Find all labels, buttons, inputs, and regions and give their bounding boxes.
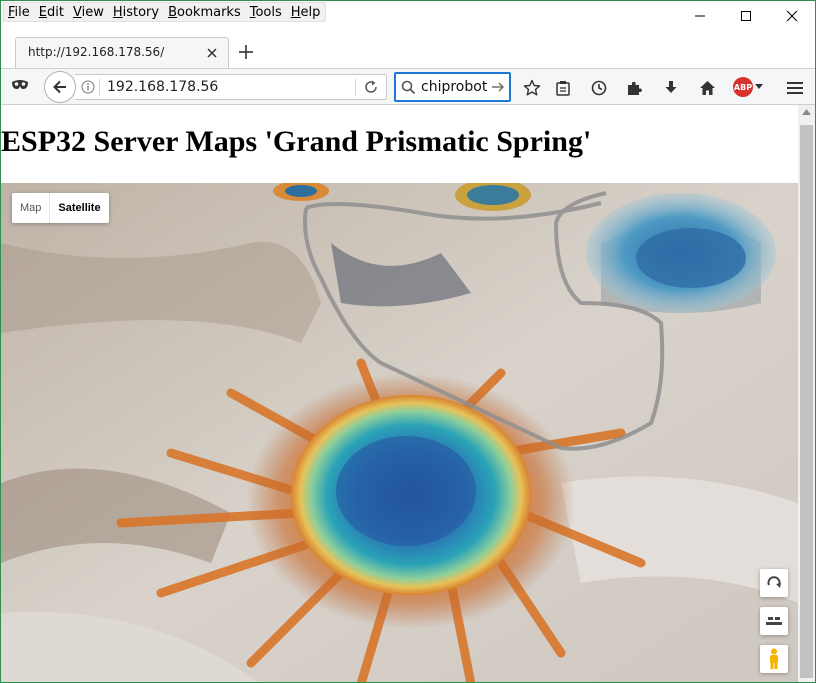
scrollbar-thumb[interactable] — [800, 125, 813, 678]
menu-edit[interactable]: Edit — [35, 3, 69, 21]
navigation-bar: 192.168.178.56 chiprobot ABP — [1, 68, 815, 105]
rotate-icon — [767, 576, 781, 588]
open-menu-button[interactable] — [785, 78, 805, 98]
maximize-button[interactable] — [723, 1, 769, 31]
downloads-button[interactable] — [661, 78, 681, 98]
back-button[interactable] — [44, 71, 76, 103]
clipboard-icon — [556, 81, 570, 96]
minimize-button[interactable] — [677, 1, 723, 31]
url-text[interactable]: 192.168.178.56 — [107, 79, 218, 95]
home-button[interactable] — [697, 78, 717, 98]
map-type-satellite-button[interactable]: Satellite — [49, 193, 108, 223]
home-icon — [699, 81, 715, 95]
menu-bookmarks[interactable]: Bookmarks — [164, 3, 246, 21]
hamburger-menu-icon — [787, 82, 803, 94]
history-button[interactable] — [589, 78, 609, 98]
private-mask-icon[interactable] — [11, 78, 29, 92]
chevron-down-icon[interactable] — [755, 84, 763, 89]
tab-active[interactable]: http://192.168.178.56/ — [15, 37, 229, 68]
search-bar[interactable]: chiprobot — [394, 72, 511, 102]
url-bar[interactable]: 192.168.178.56 — [75, 74, 387, 100]
back-arrow-icon — [53, 80, 66, 94]
addons-button[interactable] — [624, 78, 644, 98]
close-window-button[interactable] — [769, 1, 815, 31]
browser-window: File Edit View History Bookmarks Tools H… — [0, 0, 816, 683]
tilt-icon — [766, 617, 782, 625]
download-icon — [665, 81, 677, 93]
tab-title: http://192.168.178.56/ — [28, 45, 165, 59]
new-tab-icon[interactable] — [237, 43, 255, 61]
star-icon — [523, 79, 541, 96]
minimize-icon — [695, 15, 705, 17]
street-view-pegman-button[interactable] — [760, 645, 788, 673]
page-title: ESP32 Server Maps 'Grand Prismatic Sprin… — [1, 125, 592, 158]
satellite-imagery[interactable] — [1, 183, 798, 682]
clock-icon — [591, 80, 607, 96]
menu-help[interactable]: Help — [287, 3, 326, 21]
tab-strip: http://192.168.178.56/ — [1, 37, 815, 68]
reload-icon[interactable] — [363, 79, 379, 95]
vertical-scrollbar[interactable] — [798, 105, 815, 682]
close-icon — [786, 10, 798, 22]
menu-view[interactable]: View — [69, 3, 109, 21]
puzzle-icon — [627, 81, 642, 95]
satellite-map[interactable]: Map Satellite — [1, 183, 798, 682]
tab-close-icon[interactable] — [205, 46, 219, 60]
scroll-up-arrow-icon[interactable] — [802, 109, 811, 115]
map-type-control: Map Satellite — [12, 193, 109, 223]
tilt-map-button[interactable] — [760, 607, 788, 635]
maximize-icon — [741, 11, 751, 21]
page-content: ESP32 Server Maps 'Grand Prismatic Sprin… — [1, 105, 798, 682]
menu-history[interactable]: History — [109, 3, 164, 21]
adblock-plus-icon[interactable]: ABP — [733, 77, 753, 97]
menu-file[interactable]: File — [4, 3, 35, 21]
rotate-map-button[interactable] — [760, 569, 788, 597]
info-icon[interactable] — [81, 80, 95, 94]
menu-bar: File Edit View History Bookmarks Tools H… — [3, 2, 327, 22]
pegman-icon — [770, 648, 778, 669]
menu-tools[interactable]: Tools — [246, 3, 287, 21]
title-bar: File Edit View History Bookmarks Tools H… — [1, 1, 815, 37]
reader-list-button[interactable] — [553, 78, 573, 98]
map-type-map-button[interactable]: Map — [12, 193, 49, 223]
search-go-arrow-icon[interactable] — [491, 80, 505, 94]
bookmark-star-button[interactable] — [522, 78, 542, 98]
search-input[interactable]: chiprobot — [421, 79, 487, 95]
search-icon — [401, 80, 416, 95]
